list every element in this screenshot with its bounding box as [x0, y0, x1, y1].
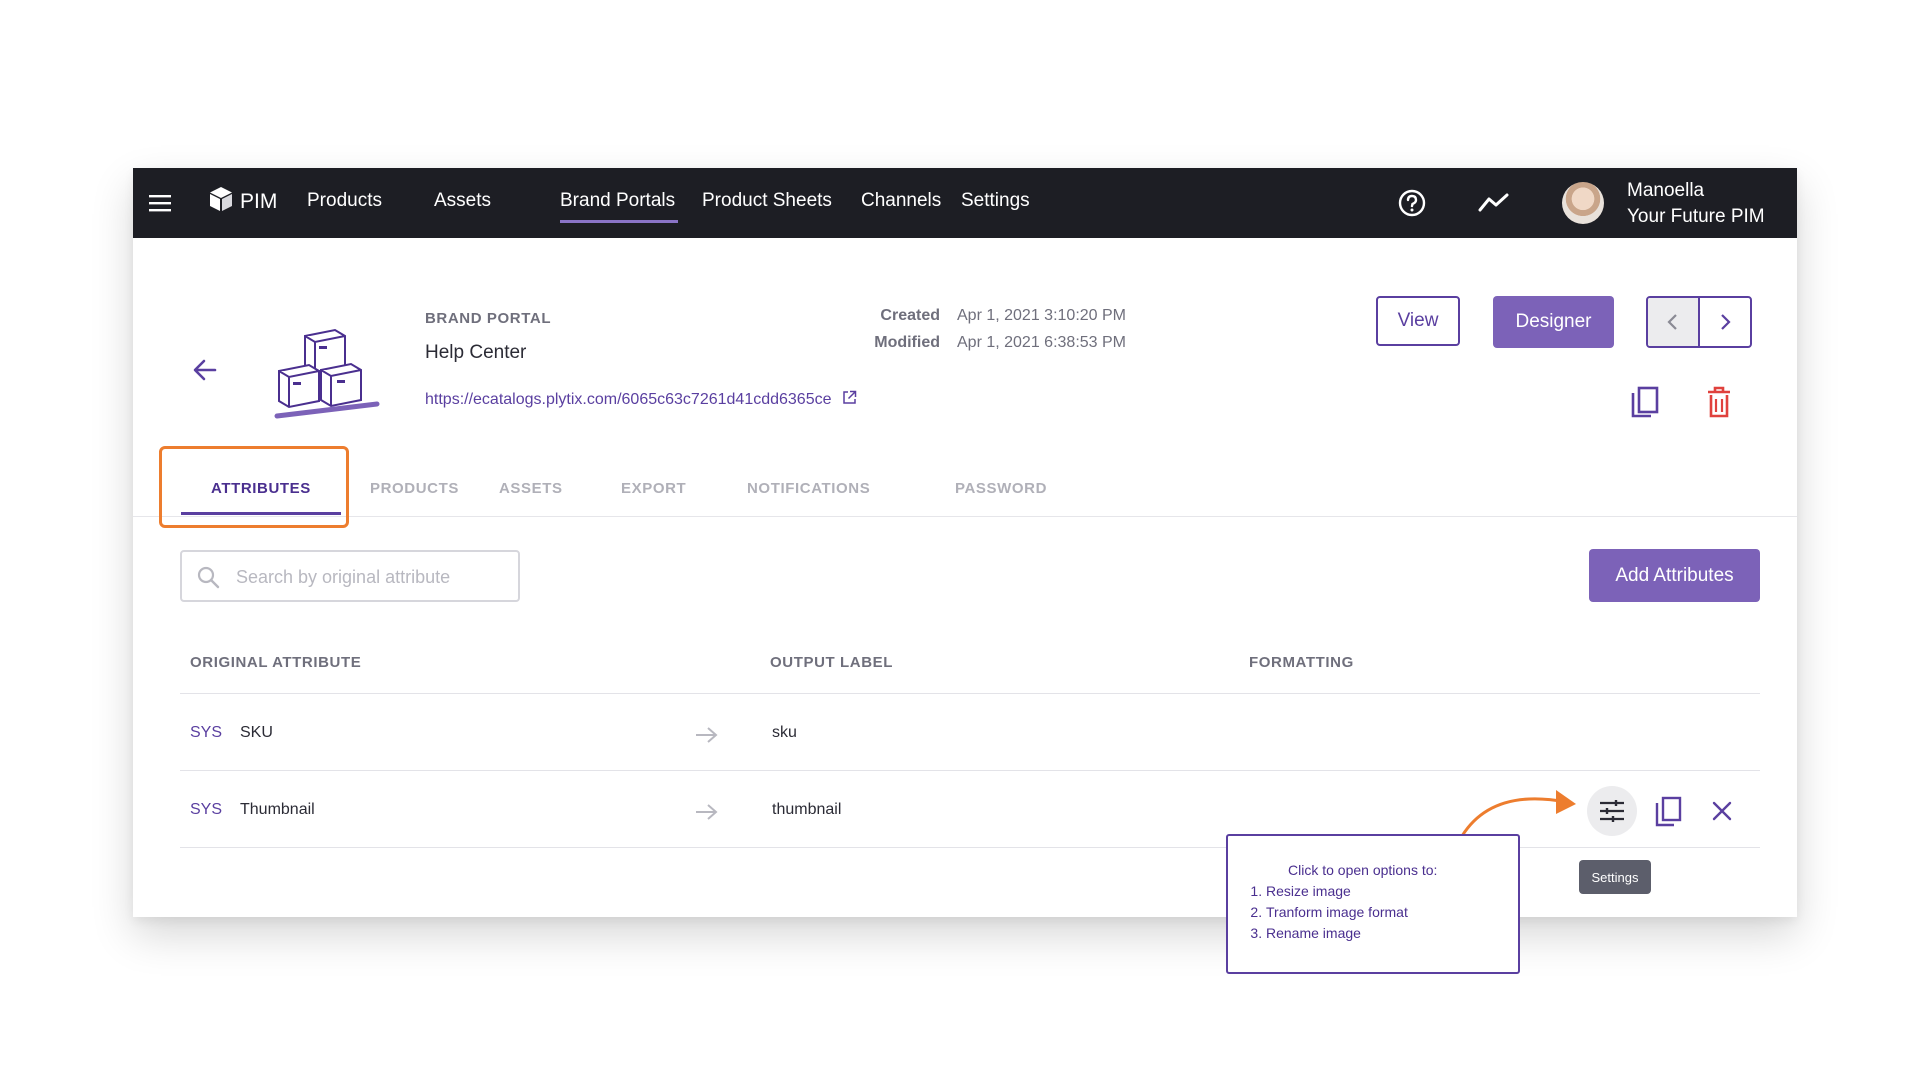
search-icon [197, 566, 220, 589]
user-subtitle: Your Future PIM [1627, 206, 1765, 227]
chevron-right-icon [1721, 314, 1731, 330]
user-name: Manoella [1627, 180, 1705, 201]
portal-url-text: https://ecatalogs.plytix.com/6065c63c726… [425, 391, 832, 408]
next-button[interactable] [1700, 298, 1750, 346]
modified-value: Apr 1, 2021 6:38:53 PM [957, 334, 1126, 351]
tab-assets[interactable]: ASSETS [499, 480, 563, 497]
activity-trend-icon[interactable] [1477, 190, 1511, 216]
output-label: thumbnail [772, 801, 842, 818]
tab-products[interactable]: PRODUCTS [370, 480, 459, 497]
boxes-illustration-icon [274, 328, 380, 419]
original-attribute: SKU [240, 724, 273, 741]
attributes-tab-highlight [159, 446, 349, 528]
duplicate-portal-icon[interactable] [1629, 386, 1661, 420]
callout-intro: Click to open options to: [1288, 862, 1438, 878]
app-brand: PIM [240, 190, 278, 213]
attribute-source-badge: SYS [190, 724, 223, 741]
active-nav-indicator [560, 220, 678, 223]
settings-callout: Click to open options to: Resize image T… [1226, 834, 1520, 974]
sliders-settings-icon [1600, 800, 1624, 822]
external-link-icon [843, 390, 857, 404]
view-button[interactable]: View [1376, 296, 1460, 346]
row-divider [180, 770, 1760, 771]
callout-pointer-arrow-icon [1460, 790, 1576, 838]
nav-products[interactable]: Products [307, 190, 382, 212]
add-attributes-button[interactable]: Add Attributes [1589, 549, 1760, 602]
row-divider [180, 847, 1760, 848]
record-pager [1646, 296, 1752, 348]
modified-label: Modified [874, 334, 940, 351]
settings-tooltip: Settings [1579, 860, 1651, 894]
created-label: Created [880, 307, 940, 324]
mapping-arrow-icon [696, 727, 718, 743]
callout-item: Rename image [1266, 923, 1408, 944]
table-header-divider [180, 693, 1760, 694]
help-icon[interactable] [1397, 188, 1427, 218]
designer-button[interactable]: Designer [1493, 296, 1614, 348]
hamburger-menu-icon[interactable] [147, 190, 173, 216]
callout-list: Resize image Tranform image format Renam… [1266, 881, 1408, 944]
portal-type-label: BRAND PORTAL [425, 310, 552, 327]
tabs-divider [133, 516, 1797, 517]
search-field [180, 550, 520, 602]
duplicate-attribute-icon[interactable] [1654, 796, 1684, 828]
nav-channels[interactable]: Channels [861, 190, 941, 212]
attribute-settings-button[interactable] [1587, 786, 1637, 836]
original-attribute: Thumbnail [240, 801, 315, 818]
previous-button[interactable] [1648, 298, 1700, 346]
output-label: sku [772, 724, 797, 741]
callout-item: Resize image [1266, 881, 1408, 902]
nav-brand-portals[interactable]: Brand Portals [560, 190, 675, 212]
user-avatar[interactable] [1562, 182, 1604, 224]
tab-password[interactable]: PASSWORD [955, 480, 1047, 497]
tab-notifications[interactable]: NOTIFICATIONS [747, 480, 870, 497]
delete-portal-icon[interactable] [1706, 386, 1732, 418]
search-input[interactable] [234, 562, 508, 592]
mapping-arrow-icon [696, 804, 718, 820]
portal-url-link[interactable]: https://ecatalogs.plytix.com/6065c63c726… [425, 390, 857, 409]
user-profile[interactable]: Manoella Your Future PIM [1627, 178, 1765, 230]
portal-name: Help Center [425, 342, 527, 363]
nav-assets[interactable]: Assets [434, 190, 491, 212]
column-original-attribute: ORIGINAL ATTRIBUTE [190, 654, 362, 671]
nav-settings[interactable]: Settings [961, 190, 1030, 212]
callout-item: Tranform image format [1266, 902, 1408, 923]
chevron-left-icon [1667, 314, 1677, 330]
cube-logo-icon [210, 187, 232, 211]
nav-product-sheets[interactable]: Product Sheets [702, 190, 832, 212]
remove-attribute-icon[interactable] [1711, 800, 1733, 822]
column-formatting: FORMATTING [1249, 654, 1354, 671]
column-output-label: OUTPUT LABEL [770, 654, 894, 671]
tab-export[interactable]: EXPORT [621, 480, 686, 497]
created-value: Apr 1, 2021 3:10:20 PM [957, 307, 1126, 324]
top-navigation-bar: PIM Products Assets Brand Portals Produc… [133, 168, 1797, 238]
back-arrow-icon[interactable] [191, 356, 219, 384]
attribute-source-badge: SYS [190, 801, 223, 818]
